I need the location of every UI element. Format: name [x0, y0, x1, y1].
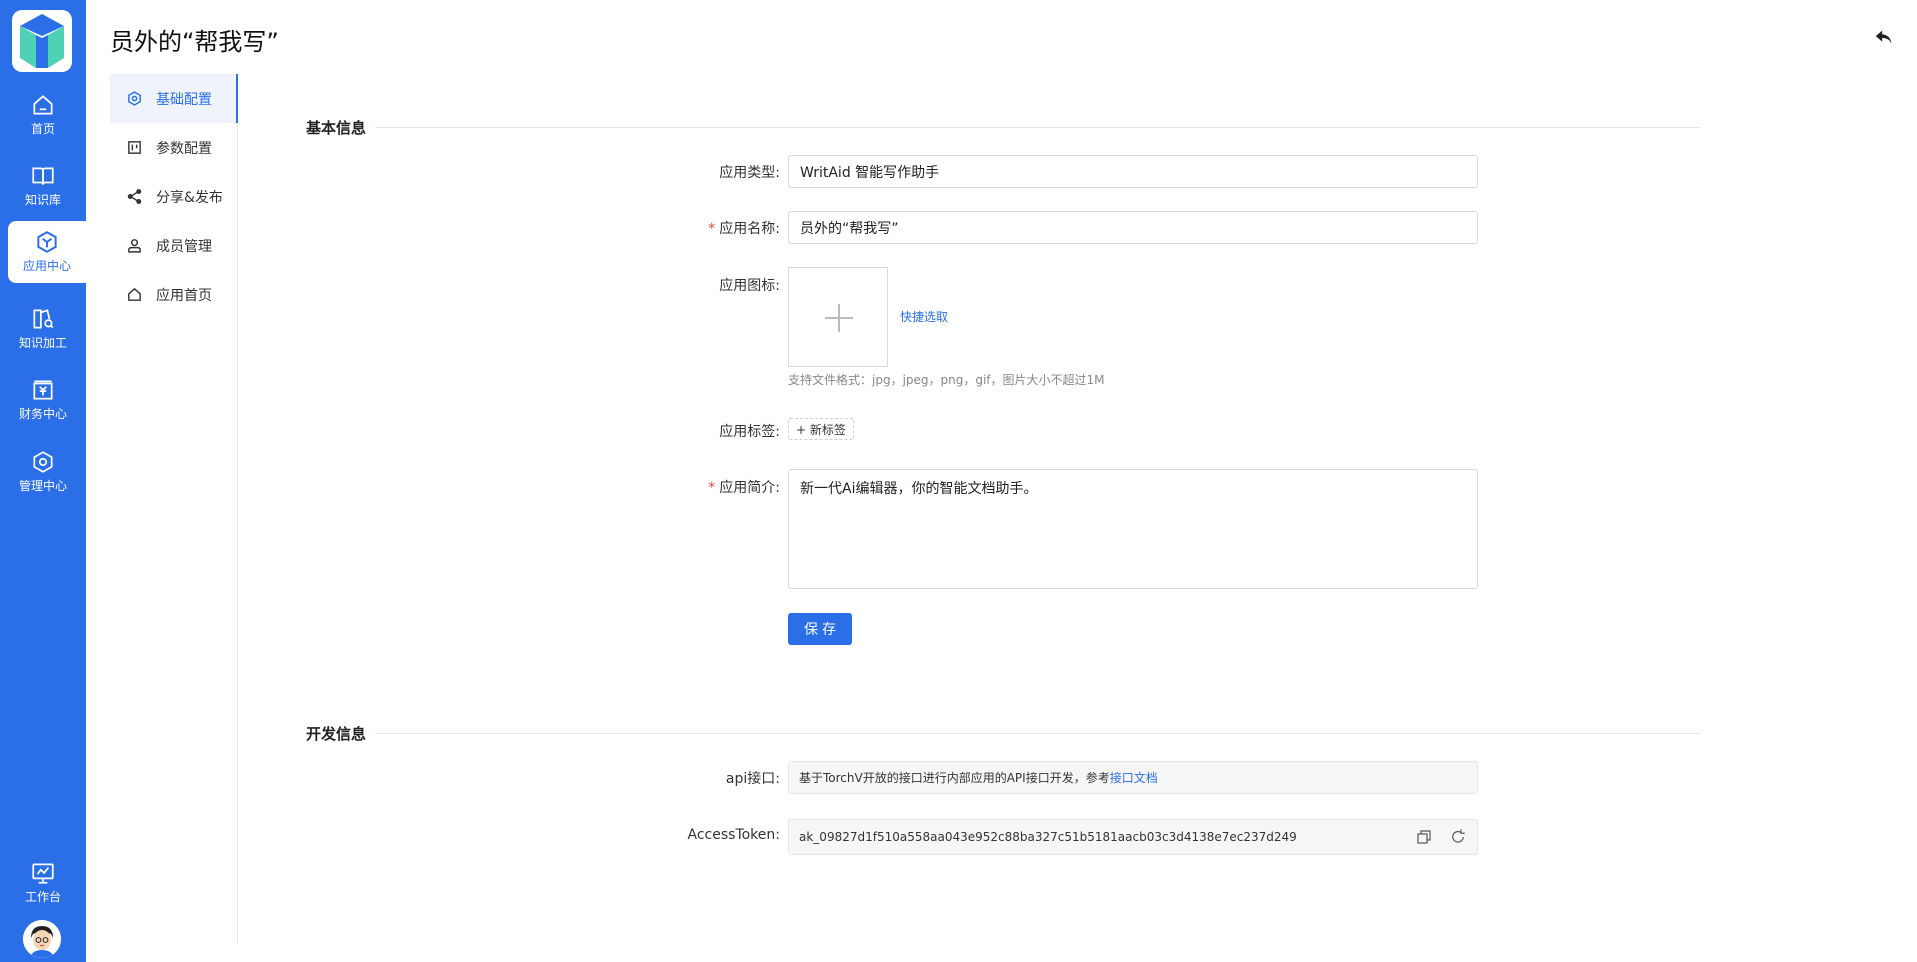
app-type-value: WritAid 智能写作助手 [800, 164, 940, 181]
required-mark: * [708, 221, 716, 237]
api-label: api接口: [725, 771, 780, 787]
app-name-label-text: 应用名称: [719, 221, 780, 237]
param-config-icon [128, 141, 141, 154]
app-intro-label: * 应用简介: [480, 477, 780, 497]
app-tags-label: 应用标签: [719, 424, 780, 440]
book-icon [32, 167, 54, 185]
workbench-icon [32, 863, 54, 884]
admin-gear-icon [33, 451, 53, 473]
home-icon [33, 95, 53, 115]
app-home-icon [128, 287, 141, 301]
subnav-item-members[interactable]: 成员管理 [110, 221, 237, 270]
subnav-item-label: 成员管理 [156, 238, 212, 255]
finance-icon [33, 380, 53, 400]
subnav-item-basic-config[interactable]: 基础配置 [110, 74, 238, 123]
rail-item-label: 工作台 [24, 890, 61, 904]
app-name-input[interactable]: 员外的“帮我写” [788, 211, 1478, 244]
access-token-field[interactable]: ak_09827d1f510a558aa043e952c88ba327c51b5… [788, 819, 1478, 855]
brand-logo[interactable] [12, 10, 72, 72]
rail-item-admin[interactable]: 管理中心 [0, 441, 86, 503]
app-name-value: 员外的“帮我写” [800, 220, 899, 237]
section-divider [375, 733, 1700, 734]
save-button[interactable]: 保存 [788, 613, 852, 645]
subnav-item-label: 应用首页 [156, 287, 212, 304]
app-type-field[interactable]: WritAid 智能写作助手 [788, 155, 1478, 188]
subnav-item-param-config[interactable]: 参数配置 [110, 123, 237, 172]
user-avatar[interactable] [23, 920, 61, 958]
main-sidebar: 首页 知识库 应用中心 知识加工 财务中心 管理中心 工作台 [0, 0, 86, 962]
rail-item-label: 应用中心 [22, 259, 71, 273]
api-description: 基于TorchV开放的接口进行内部应用的API接口开发，参考 [799, 771, 1110, 785]
page-title: 员外的“帮我写” [110, 28, 279, 56]
knowledge-process-icon [33, 309, 54, 329]
share-icon [127, 189, 142, 204]
section-title-basic-info: 基本信息 [306, 119, 367, 137]
access-token-value: ak_09827d1f510a558aa043e952c88ba327c51b5… [799, 830, 1297, 844]
section-title-dev-info: 开发信息 [306, 725, 367, 743]
copy-icon[interactable] [1415, 828, 1433, 846]
rail-item-label: 管理中心 [18, 479, 67, 493]
app-type-label: 应用类型: [719, 165, 780, 181]
member-icon [128, 239, 141, 253]
app-intro-label-text: 应用简介: [719, 480, 780, 496]
new-tag-button[interactable]: + 新标签 [788, 418, 854, 440]
rail-item-label: 知识库 [24, 193, 61, 207]
rail-item-knowledge-process[interactable]: 知识加工 [0, 298, 86, 360]
back-arrow-icon[interactable] [1873, 26, 1895, 48]
subnav-item-app-home[interactable]: 应用首页 [110, 270, 237, 319]
subnav-item-label: 基础配置 [156, 91, 212, 108]
app-name-label: * 应用名称: [480, 218, 780, 238]
quick-pick-link[interactable]: 快捷选取 [900, 308, 948, 325]
subnav-item-label: 参数配置 [156, 140, 212, 157]
rail-item-app-center[interactable]: 应用中心 [8, 221, 86, 283]
app-icon-label: 应用图标: [719, 278, 780, 294]
rail-item-label: 知识加工 [18, 336, 67, 350]
access-token-label: AccessToken: [687, 827, 780, 843]
api-info-box: 基于TorchV开放的接口进行内部应用的API接口开发，参考 接口文档 [788, 761, 1478, 794]
subnav-item-label: 分享&发布 [156, 189, 223, 206]
rail-item-knowledge-base[interactable]: 知识库 [0, 155, 86, 217]
required-mark: * [708, 480, 716, 496]
subnav-item-share-publish[interactable]: 分享&发布 [110, 172, 237, 221]
upload-hint: 支持文件格式：jpg，jpeg，png，gif，图片大小不超过1M [788, 373, 1105, 387]
rail-item-finance[interactable]: 财务中心 [0, 369, 86, 431]
app-intro-value: 新一代Ai编辑器，你的智能文档助手。 [800, 481, 1038, 497]
api-doc-link[interactable]: 接口文档 [1110, 769, 1158, 786]
rail-item-home[interactable]: 首页 [0, 84, 86, 146]
rail-item-workbench[interactable]: 工作台 [0, 852, 86, 914]
plus-icon [825, 304, 853, 332]
basic-config-icon [128, 91, 141, 106]
section-divider [375, 127, 1700, 128]
refresh-icon[interactable] [1449, 828, 1467, 846]
rail-item-label: 首页 [30, 122, 55, 136]
app-intro-textarea[interactable]: 新一代Ai编辑器，你的智能文档助手。 [788, 469, 1478, 589]
app-center-icon [37, 231, 57, 253]
rail-item-label: 财务中心 [18, 407, 67, 421]
icon-upload-box[interactable] [788, 267, 888, 367]
settings-subnav: 基础配置 参数配置 分享&发布 成员管理 应用首页 [110, 74, 238, 944]
